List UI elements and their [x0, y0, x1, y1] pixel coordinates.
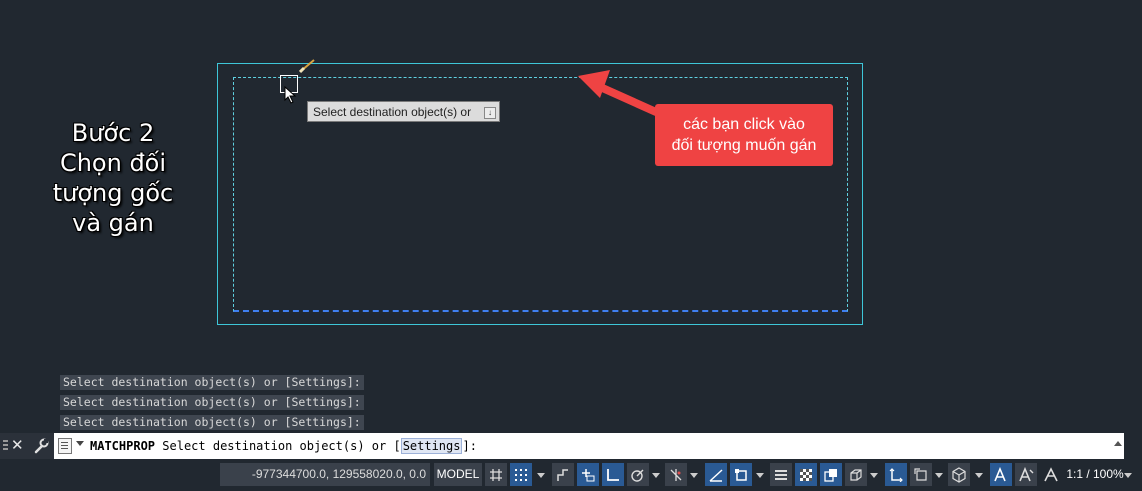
lineweight-icon — [775, 469, 787, 480]
selection-filter-toggle[interactable] — [910, 463, 932, 486]
isodraft-icon — [670, 468, 682, 481]
transparency-toggle[interactable] — [795, 463, 817, 486]
scale-menu-caret-icon[interactable] — [1124, 473, 1132, 478]
dynamic-input-icon — [582, 468, 595, 481]
infer-constraints-icon — [557, 468, 568, 481]
command-prompt-suffix: ]: — [462, 439, 477, 453]
command-name: MATCHPROP — [90, 439, 156, 453]
3d-osnap-icon — [850, 468, 862, 481]
command-history-line: Select destination object(s) or [Setting… — [60, 415, 364, 430]
annotation-scale-button[interactable] — [1040, 463, 1062, 486]
annotation-scale-value[interactable]: 1:1 / 100% — [1066, 463, 1124, 486]
osnap-tracking-icon — [709, 468, 723, 482]
polar-toggle[interactable] — [627, 463, 649, 486]
tooltip-options-icon[interactable]: ↓ — [484, 107, 496, 119]
auto-scale-toggle[interactable] — [1015, 463, 1037, 486]
close-icon[interactable]: ✕ — [11, 436, 24, 454]
command-prompt-text: Select destination object(s) or [ — [162, 439, 401, 453]
command-history-line: Select destination object(s) or [Setting… — [60, 375, 364, 390]
annotation-scale-icon — [1044, 466, 1058, 481]
object-snap-tracking-toggle[interactable] — [705, 463, 727, 486]
instruction-callout: các bạn click vào đối tượng muốn gán — [655, 104, 833, 166]
scroll-up-icon[interactable] — [1114, 441, 1122, 446]
transparency-icon — [800, 468, 812, 481]
drag-grip-icon[interactable] — [3, 440, 8, 452]
settings-option-button[interactable]: Settings — [400, 438, 463, 454]
ortho-icon — [607, 468, 619, 481]
callout-line: đối tượng muốn gán — [671, 137, 817, 154]
dynamic-ucs-icon — [889, 467, 903, 482]
isodraft-toggle[interactable] — [665, 463, 687, 486]
gizmo-icon — [952, 466, 966, 483]
selection-cycling-icon — [824, 468, 837, 482]
status-bar: -977344700.0, 129558020.0, 0.0 MODEL 1:1… — [0, 460, 1142, 491]
step-label-line: Chọn đối — [59, 149, 167, 177]
model-space-button[interactable]: MODEL — [434, 463, 482, 486]
grid-icon — [490, 468, 502, 481]
polar-icon — [631, 469, 644, 482]
command-icon[interactable] — [58, 438, 72, 454]
snap-menu-caret-icon[interactable] — [537, 473, 545, 478]
selection-cycling-toggle[interactable] — [820, 463, 842, 486]
command-line[interactable]: ✕ MATCHPROP Select destination object(s)… — [0, 433, 1124, 459]
wrench-icon[interactable] — [33, 438, 49, 454]
step-label-line: Bước 2 — [71, 119, 155, 147]
object-snap-toggle[interactable] — [730, 463, 752, 486]
recent-commands-caret-icon[interactable] — [76, 441, 84, 446]
tooltip-text: Select destination object(s) or — [313, 105, 472, 119]
command-history-line: Select destination object(s) or [Setting… — [60, 395, 364, 410]
step-label-line: và gán — [72, 209, 154, 237]
snap-icon — [515, 468, 527, 481]
dynamic-input-tooltip: Select destination object(s) or ↓ — [307, 101, 500, 122]
selection-filter-icon — [914, 467, 927, 481]
step-label-line: tượng gốc — [52, 179, 174, 207]
dynamic-input-toggle[interactable] — [577, 463, 599, 486]
snap-toggle[interactable] — [510, 463, 532, 486]
step-label: Bước 2 Chọn đối tượng gốc và gán — [18, 118, 208, 238]
auto-scale-icon — [1019, 466, 1034, 481]
3d-osnap-toggle[interactable] — [845, 463, 867, 486]
gizmo-toggle[interactable] — [948, 463, 970, 486]
lineweight-toggle[interactable] — [770, 463, 792, 486]
coordinates-display[interactable]: -977344700.0, 129558020.0, 0.0 — [220, 463, 430, 486]
osnap-menu-caret-icon[interactable] — [756, 473, 764, 478]
command-prompt: MATCHPROP Select destination object(s) o… — [90, 438, 477, 454]
pointer-cursor-icon — [284, 86, 297, 104]
ortho-toggle[interactable] — [602, 463, 624, 486]
grid-toggle[interactable] — [485, 463, 507, 486]
annotation-visibility-icon — [994, 466, 1006, 481]
drawing-canvas[interactable]: Bước 2 Chọn đối tượng gốc và gán Select … — [0, 0, 1142, 432]
gizmo-menu-caret-icon[interactable] — [975, 473, 983, 478]
polar-menu-caret-icon[interactable] — [652, 473, 660, 478]
osnap-icon — [735, 468, 747, 481]
command-line-toolbar: ✕ — [0, 433, 54, 459]
isodraft-menu-caret-icon[interactable] — [690, 473, 698, 478]
selection-filter-menu-caret-icon[interactable] — [935, 473, 943, 478]
callout-line: các bạn click vào — [683, 116, 805, 133]
dynamic-ucs-toggle[interactable] — [885, 463, 907, 486]
paintbrush-icon — [299, 59, 315, 74]
infer-constraints-toggle[interactable] — [552, 463, 574, 486]
3d-osnap-menu-caret-icon[interactable] — [870, 473, 878, 478]
annotation-visibility-toggle[interactable] — [990, 463, 1012, 486]
